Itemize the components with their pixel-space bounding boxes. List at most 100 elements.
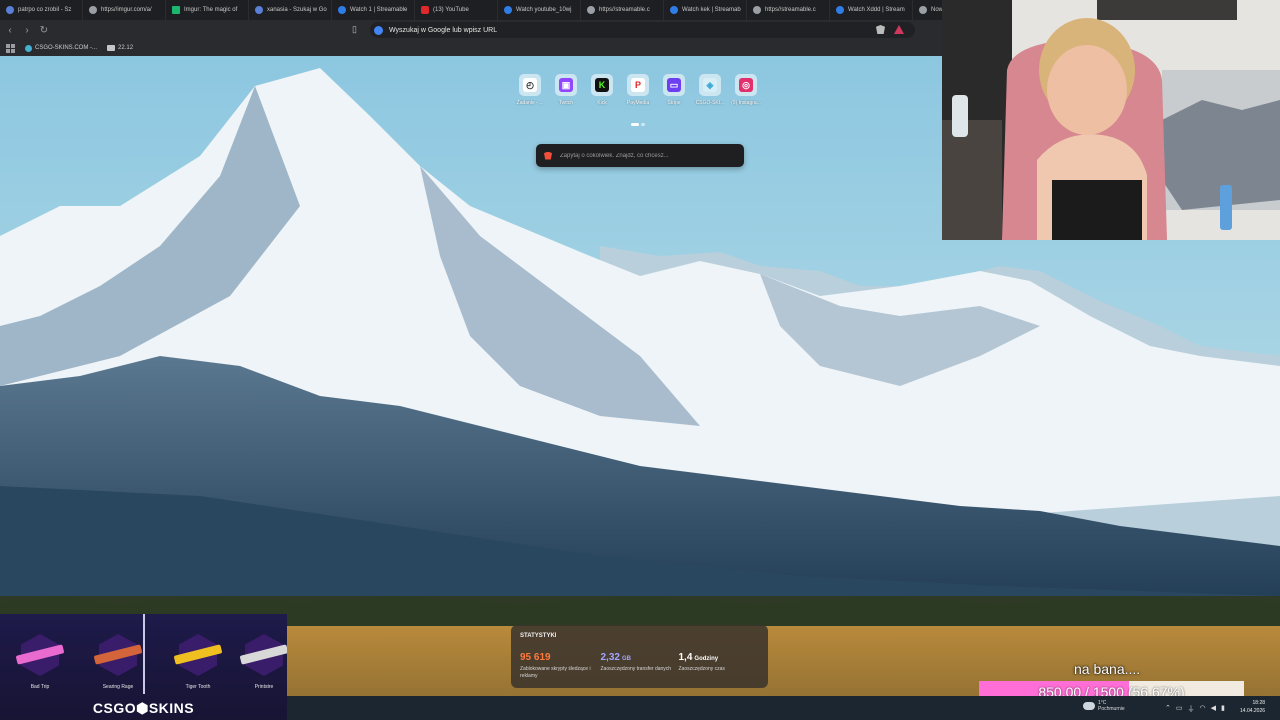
chevron-up-icon[interactable]: ⌃	[1165, 704, 1171, 714]
globe-icon	[587, 6, 595, 14]
shortcut-icon-frame: ◎	[735, 74, 757, 96]
shortcut-label: CSGO-SKI...	[695, 100, 725, 106]
tab-title: (13) YouTube	[433, 7, 469, 13]
tab-title: https//imgur.com/a/	[101, 7, 152, 13]
brave-rewards-icon[interactable]	[894, 25, 904, 34]
network-icon[interactable]: ▭	[1176, 704, 1183, 714]
weather-desc: Pochmurnie	[1098, 706, 1125, 712]
shortcut-label: (9) Instagra...	[731, 100, 761, 106]
back-icon[interactable]: ‹	[3, 23, 17, 37]
browser-tab[interactable]: Watch 1 | Streamable	[332, 0, 415, 20]
tab-title: xanasia - Szukaj w Go	[267, 7, 327, 13]
browser-tab[interactable]: patrpo co zrobil - Sz	[0, 0, 83, 20]
stats-widget: STATYSTYKI 95 619 Zablokowane skrypty śl…	[511, 625, 768, 688]
browser-tab[interactable]: (13) YouTube	[415, 0, 498, 20]
browser-tab[interactable]: https//imgur.com/a/	[83, 0, 166, 20]
shortcut-tile[interactable]: K Kick	[584, 74, 620, 120]
shortcut-icon-frame: ◈	[699, 74, 721, 96]
bookmark-label: CSGO-SKINS.COM -...	[35, 45, 98, 51]
address-bar[interactable]: Wyszukaj w Google lub wpisz URL	[370, 22, 915, 38]
streamable-icon	[670, 6, 678, 14]
bookmarks-bar: CSGO-SKINS.COM -... 22.12	[0, 40, 942, 56]
new-tab-search-box[interactable]	[536, 144, 744, 167]
weather-widget[interactable]: 1°C Pochmurnie	[1083, 700, 1125, 712]
google-icon	[374, 25, 383, 35]
shortcut-tiles: ◴ Zadanie - ... ▣ Twitch K Kick P PayMedia ▭ Stri…	[512, 74, 772, 120]
volume-icon[interactable]: ◀	[1211, 704, 1216, 714]
tab-title: patrpo co zrobil - Sz	[18, 7, 72, 13]
shortcut-label: Kick	[597, 100, 607, 106]
csgo-site-icon	[25, 44, 32, 52]
tab-title: Imgur: The magic of	[184, 7, 238, 13]
google-icon	[255, 6, 263, 14]
shortcut-icon-frame: ◴	[519, 74, 541, 96]
new-tab-search-input[interactable]	[560, 152, 730, 159]
skin-item[interactable]: Searing Rage	[90, 634, 146, 704]
shortcut-label: Zadanie - ...	[516, 100, 544, 106]
browser-tab[interactable]: https//streamable.c	[581, 0, 664, 20]
streamable-icon	[504, 6, 512, 14]
webcam-overlay	[942, 0, 1280, 240]
stat-description: Zablokowane skrypty śledzące i reklamy	[520, 666, 591, 679]
tab-title: Watch youtube_10wj	[516, 7, 572, 13]
skin-item[interactable]: Tiger Tooth	[170, 634, 226, 704]
goal-title: na bana....	[1074, 661, 1141, 677]
shortcut-label: Twitch	[558, 100, 574, 106]
csgo-skins-logo: CSGO⬢SKINS	[92, 700, 195, 716]
browser-tab[interactable]: https//streamable.c	[747, 0, 830, 20]
skin-name: Printstre	[254, 684, 274, 690]
pager-dot[interactable]	[641, 123, 645, 126]
kick-icon: K	[595, 78, 609, 92]
stat-value: 95 619	[520, 652, 551, 663]
skin-item[interactable]: Printstre	[236, 634, 287, 704]
browser-tab[interactable]: xanasia - Szukaj w Go	[249, 0, 332, 20]
browser-tab[interactable]: Watch kek | Streamab	[664, 0, 747, 20]
shortcut-tile[interactable]: ◎ (9) Instagra...	[728, 74, 764, 120]
tab-title: https//streamable.c	[599, 7, 650, 13]
skin-name: Bad Trip	[30, 684, 50, 690]
streamable-icon	[836, 6, 844, 14]
clock-time: 18:28	[1252, 700, 1266, 706]
usb-icon[interactable]: ⏚	[1188, 704, 1195, 714]
windows-taskbar	[287, 696, 1280, 720]
globe-icon	[753, 6, 761, 14]
forward-icon[interactable]: ›	[20, 23, 34, 37]
shortcut-label: Stripe	[667, 100, 681, 106]
wifi-icon[interactable]: ◠	[1200, 704, 1206, 714]
skin-name: Tiger Tooth	[185, 684, 211, 690]
shortcut-tile[interactable]: ▣ Twitch	[548, 74, 584, 120]
shortcut-tile[interactable]: ▭ Stripe	[656, 74, 692, 120]
google-icon	[6, 6, 14, 14]
shortcut-pager[interactable]	[631, 123, 645, 126]
tab-title: Watch Xddd | Stream	[848, 7, 905, 13]
paymedia-icon: P	[631, 78, 645, 92]
shortcut-icon-frame: P	[627, 74, 649, 96]
browser-tab[interactable]: Watch youtube_10wj	[498, 0, 581, 20]
imgur-icon	[172, 6, 180, 14]
stat-trackers-blocked: 95 619 Zablokowane skrypty śledzące i re…	[520, 653, 601, 680]
shortcut-icon-frame: K	[591, 74, 613, 96]
reload-icon[interactable]: ↻	[37, 23, 51, 37]
pager-dot-active[interactable]	[631, 123, 639, 126]
twitch-icon: ▣	[559, 78, 573, 92]
browser-tab[interactable]: Watch Xddd | Stream	[830, 0, 913, 20]
zadanie-icon: ◴	[523, 78, 537, 92]
stat-value: 2,32 GB	[600, 652, 631, 663]
shortcut-tile[interactable]: ◈ CSGO-SKI...	[692, 74, 728, 120]
apps-grid-icon[interactable]	[6, 43, 15, 53]
browser-tab[interactable]: Imgur: The magic of	[166, 0, 249, 20]
taskbar-clock[interactable]: 18:28 14.04.2026	[1240, 699, 1265, 715]
shortcut-tile[interactable]: P PayMedia	[620, 74, 656, 120]
brave-shields-icon[interactable]	[876, 25, 885, 34]
bookmark-csgo-skins[interactable]: CSGO-SKINS.COM -...	[25, 44, 98, 52]
streamable-icon	[338, 6, 346, 14]
bookmark-star-icon[interactable]: ▯	[352, 24, 357, 35]
skin-item[interactable]: Bad Trip	[12, 634, 68, 704]
system-tray: ⌃ ▭ ⏚ ◠ ◀ ▮	[1165, 704, 1225, 714]
skin-name: Searing Rage	[102, 684, 134, 690]
bookmark-label: 22.12	[118, 45, 134, 51]
battery-icon[interactable]: ▮	[1221, 704, 1225, 714]
bookmark-folder-22-12[interactable]: 22.12	[107, 45, 133, 51]
youtube-icon	[421, 6, 429, 14]
shortcut-tile[interactable]: ◴ Zadanie - ...	[512, 74, 548, 120]
